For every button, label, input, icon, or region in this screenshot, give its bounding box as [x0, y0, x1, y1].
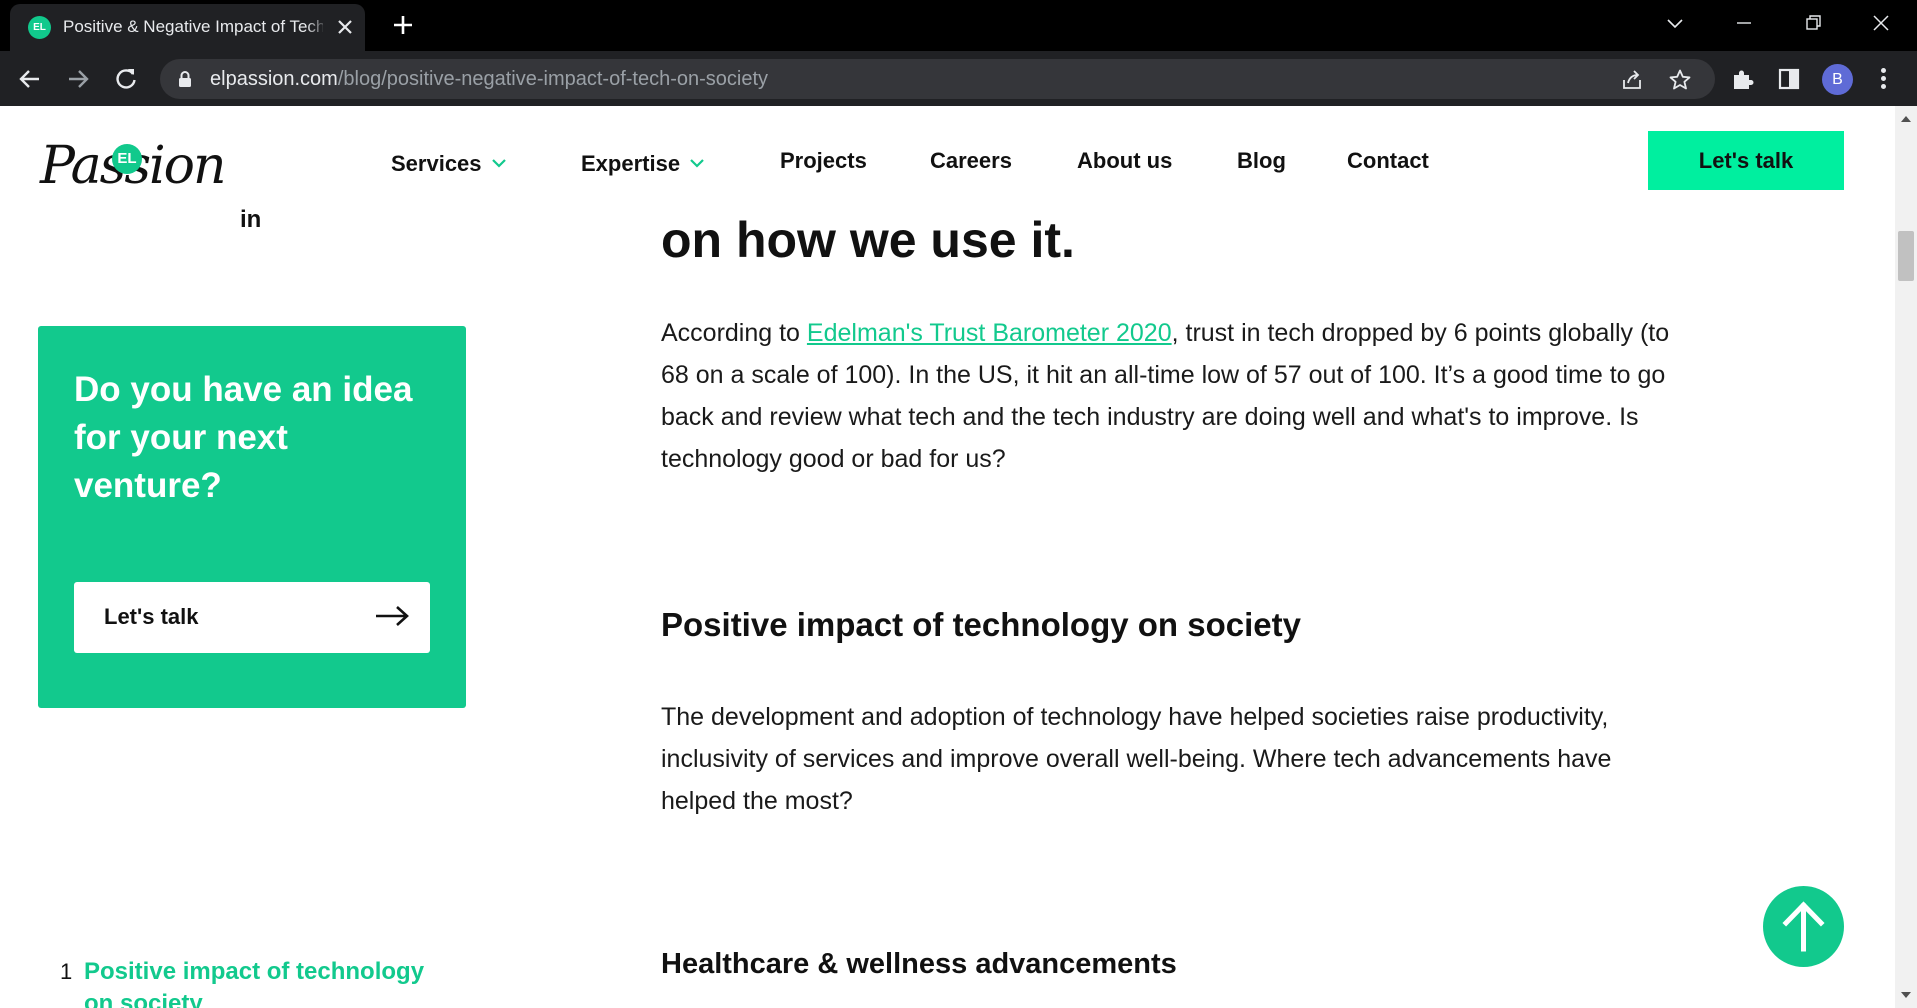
arrow-right-icon: [374, 604, 410, 633]
address-bar[interactable]: elpassion.com/blog/positive-negative-imp…: [160, 59, 1715, 99]
nav-careers[interactable]: Careers: [930, 148, 1012, 174]
tab-title: Positive & Negative Impact of Tech on So…: [63, 17, 323, 36]
page-scrollbar[interactable]: [1895, 106, 1917, 1008]
edelman-trust-barometer-link[interactable]: Edelman's Trust Barometer 2020: [807, 319, 1172, 347]
tab-search-chevron-icon[interactable]: [1662, 10, 1688, 36]
browser-toolbar: elpassion.com/blog/positive-negative-imp…: [0, 51, 1917, 106]
promo-lets-talk-button[interactable]: Let's talk: [74, 582, 430, 653]
extensions-puzzle-icon[interactable]: [1730, 66, 1756, 92]
new-tab-icon[interactable]: [388, 8, 418, 42]
chevron-down-icon: [491, 148, 506, 174]
nav-expertise-label: Expertise: [581, 151, 681, 176]
chevron-down-icon: [690, 148, 704, 174]
page-viewport: Passion EL Services Expertise Projects C…: [0, 106, 1895, 1008]
minimize-icon[interactable]: [1731, 10, 1757, 36]
browser-menu-icon[interactable]: [1878, 65, 1888, 93]
close-tab-icon[interactable]: [332, 14, 358, 40]
share-icon[interactable]: [1620, 68, 1644, 92]
tab-favicon-icon: EL: [28, 16, 51, 39]
profile-avatar[interactable]: B: [1822, 64, 1853, 95]
tab-title-fade: [306, 14, 328, 40]
logo-badge: EL: [112, 144, 142, 174]
nav-contact[interactable]: Contact: [1347, 148, 1429, 174]
scrollbar-thumb[interactable]: [1898, 231, 1914, 281]
section-heading-positive-impact: Positive impact of technology on society: [661, 606, 1301, 643]
toc-item-link[interactable]: Positive impact of technology on society: [84, 956, 444, 1008]
nav-about-us[interactable]: About us: [1077, 148, 1172, 174]
article-heading-fragment: on how we use it.: [661, 212, 1075, 268]
intro-paragraph: According to Edelman's Trust Barometer 2…: [661, 312, 1691, 480]
back-arrow-icon[interactable]: [16, 65, 44, 93]
section-heading-healthcare: Healthcare & wellness advancements: [661, 948, 1177, 980]
browser-tab-strip: EL Positive & Negative Impact of Tech on…: [0, 0, 1917, 51]
scroll-down-arrow-icon[interactable]: [1901, 992, 1911, 998]
promo-button-label: Let's talk: [104, 604, 199, 629]
bookmark-star-icon[interactable]: [1668, 68, 1692, 92]
browser-tab[interactable]: EL Positive & Negative Impact of Tech on…: [10, 4, 365, 51]
promo-card: Do you have an idea for your next ventur…: [38, 326, 466, 708]
url-text: elpassion.com/blog/positive-negative-imp…: [210, 68, 768, 91]
close-window-icon[interactable]: [1868, 10, 1894, 36]
toc-item-number: 1: [60, 959, 73, 984]
arrow-up-icon: [1782, 901, 1825, 952]
forward-arrow-icon[interactable]: [64, 65, 92, 93]
url-host: elpassion.com: [210, 68, 338, 90]
restore-window-icon[interactable]: [1800, 10, 1826, 36]
scroll-to-top-button[interactable]: [1763, 886, 1844, 967]
reload-icon[interactable]: [112, 65, 140, 93]
lets-talk-header-button[interactable]: Let's talk: [1648, 131, 1844, 190]
side-panel-icon[interactable]: [1776, 66, 1802, 92]
nav-projects[interactable]: Projects: [780, 148, 867, 174]
sidebar-text-fragment: in: [240, 206, 262, 233]
scroll-up-arrow-icon[interactable]: [1901, 116, 1911, 122]
nav-expertise[interactable]: Expertise: [581, 148, 704, 177]
nav-blog[interactable]: Blog: [1237, 148, 1286, 174]
lock-icon[interactable]: [178, 70, 192, 93]
url-path: /blog/positive-negative-impact-of-tech-o…: [337, 68, 769, 90]
nav-services[interactable]: Services: [391, 148, 506, 177]
site-logo[interactable]: Passion EL: [40, 136, 226, 206]
promo-title: Do you have an idea for your next ventur…: [74, 370, 413, 505]
intro-before: According to: [661, 319, 807, 347]
section-paragraph: The development and adoption of technolo…: [661, 703, 1612, 815]
nav-services-label: Services: [391, 151, 482, 176]
